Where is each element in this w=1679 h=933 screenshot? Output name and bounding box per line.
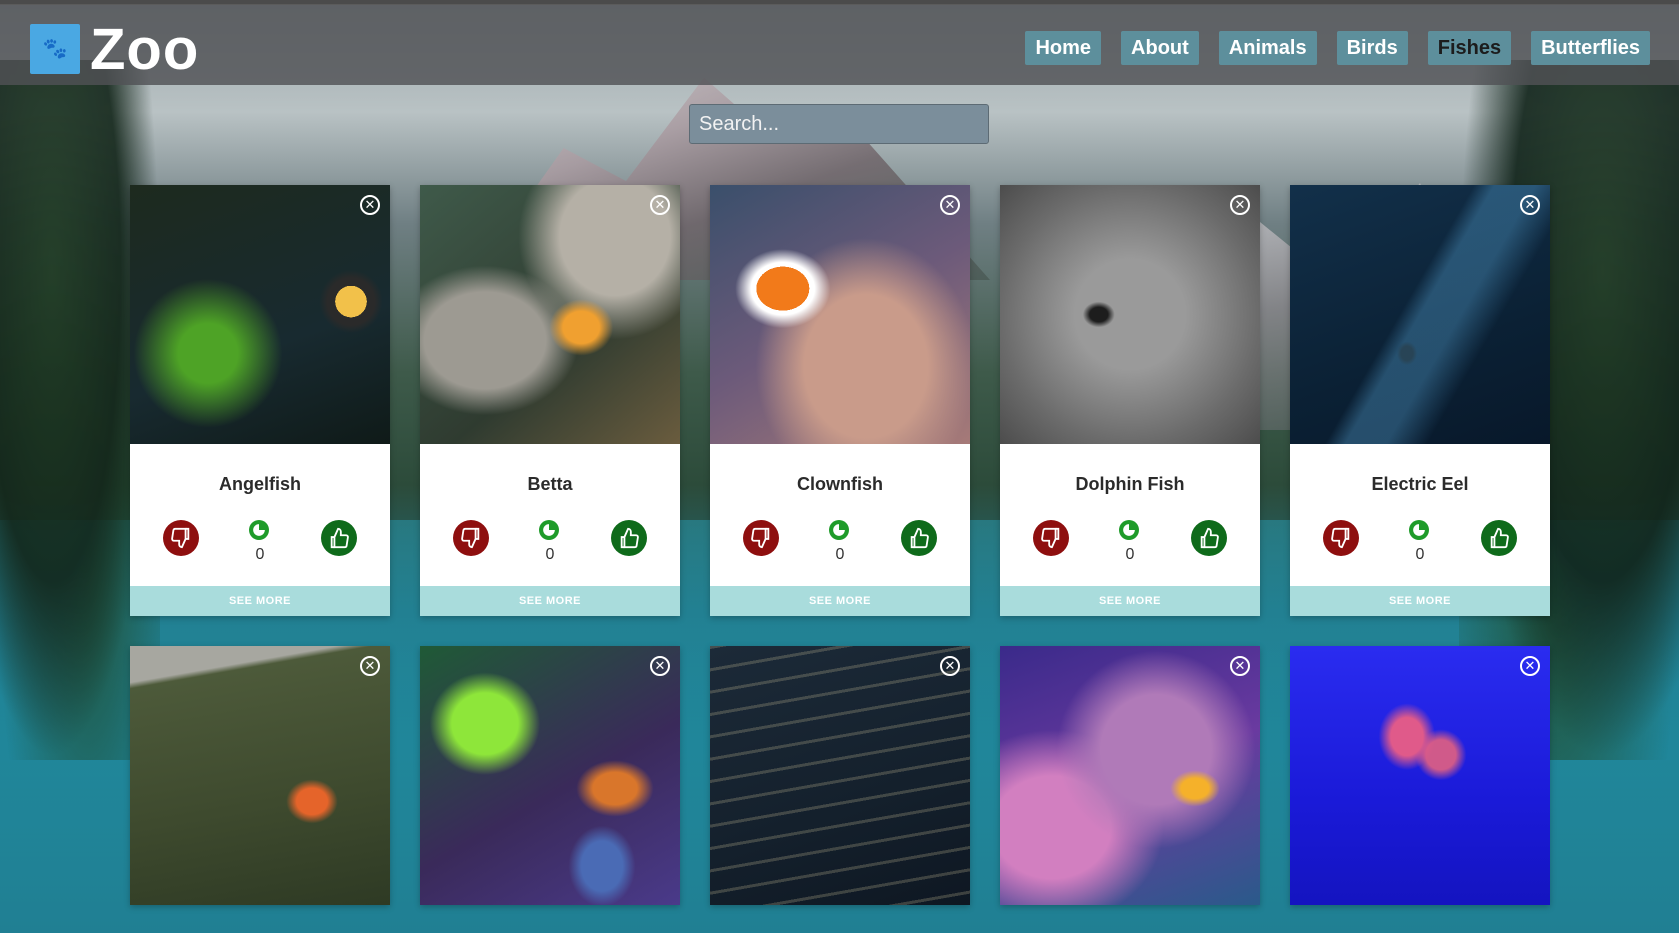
fish-name: Electric Eel bbox=[1371, 474, 1469, 494]
like-button[interactable] bbox=[321, 520, 357, 556]
see-more-button[interactable]: SEE MORE bbox=[420, 586, 680, 616]
thumbs-up-icon bbox=[1490, 527, 1509, 549]
fish-name: Betta bbox=[527, 474, 573, 494]
fish-card: ✕ Electric Eel 0 SEE MORE bbox=[1290, 185, 1550, 616]
vote-controls: 0 bbox=[130, 496, 390, 586]
score-icon bbox=[1409, 520, 1429, 540]
like-button[interactable] bbox=[611, 520, 647, 556]
close-icon[interactable]: ✕ bbox=[1230, 656, 1250, 676]
close-icon[interactable]: ✕ bbox=[650, 195, 670, 215]
thumbs-up-icon bbox=[1200, 527, 1219, 549]
fish-card: ✕ bbox=[1290, 646, 1550, 905]
like-button[interactable] bbox=[1191, 520, 1227, 556]
like-button[interactable] bbox=[901, 520, 937, 556]
score-icon bbox=[249, 520, 269, 540]
logo[interactable]: 🐾 bbox=[30, 24, 80, 74]
vote-controls: 0 bbox=[420, 496, 680, 586]
brand-title: Zoo bbox=[90, 17, 200, 82]
fish-name: Angelfish bbox=[218, 474, 301, 494]
fish-image: ✕ bbox=[1290, 185, 1550, 444]
fish-card: ✕ bbox=[710, 646, 970, 905]
vote-controls: 0 bbox=[1000, 496, 1260, 586]
fish-card: ✕ Betta 0 SEE MORE bbox=[420, 185, 680, 616]
search-input[interactable] bbox=[689, 104, 989, 144]
fish-image: ✕ bbox=[420, 185, 680, 444]
close-icon[interactable]: ✕ bbox=[1230, 195, 1250, 215]
score-icon bbox=[1119, 520, 1139, 540]
score-icon bbox=[539, 520, 559, 540]
nav-animals[interactable]: Animals bbox=[1218, 31, 1317, 65]
score-icon bbox=[829, 520, 849, 540]
fish-image: ✕ bbox=[1290, 646, 1550, 905]
fish-image: ✕ bbox=[130, 185, 390, 444]
thumbs-up-icon bbox=[330, 527, 349, 549]
thumbs-up-icon bbox=[620, 527, 639, 549]
fish-image: ✕ bbox=[420, 646, 680, 905]
fish-image: ✕ bbox=[1000, 185, 1260, 444]
nav-about[interactable]: About bbox=[1121, 31, 1199, 65]
nav-butterflies[interactable]: Butterflies bbox=[1531, 31, 1650, 65]
fish-image: ✕ bbox=[130, 646, 390, 905]
fish-card: ✕ bbox=[130, 646, 390, 905]
fish-card: ✕ Dolphin Fish 0 SEE MORE bbox=[1000, 185, 1260, 616]
close-icon[interactable]: ✕ bbox=[940, 656, 960, 676]
fish-card: ✕ Angelfish 0 SEE MORE bbox=[130, 185, 390, 616]
close-icon[interactable]: ✕ bbox=[940, 195, 960, 215]
fish-image: ✕ bbox=[710, 185, 970, 444]
fish-card: ✕ bbox=[420, 646, 680, 905]
fish-card: ✕ Clownfish 0 SEE MORE bbox=[710, 185, 970, 616]
fish-image: ✕ bbox=[710, 646, 970, 905]
nav-fishes[interactable]: Fishes bbox=[1427, 31, 1512, 65]
fish-grid: ✕ Angelfish 0 SEE MORE ✕ Betta 0 SEE MOR… bbox=[130, 185, 1550, 905]
like-button[interactable] bbox=[1481, 520, 1517, 556]
paw-icon: 🐾 bbox=[42, 38, 68, 60]
close-icon[interactable]: ✕ bbox=[1520, 656, 1540, 676]
see-more-button[interactable]: SEE MORE bbox=[1290, 586, 1550, 616]
close-icon[interactable]: ✕ bbox=[360, 656, 380, 676]
fish-image: ✕ bbox=[1000, 646, 1260, 905]
close-icon[interactable]: ✕ bbox=[1520, 195, 1540, 215]
fish-name: Clownfish bbox=[797, 474, 883, 494]
see-more-button[interactable]: SEE MORE bbox=[130, 586, 390, 616]
main-nav: Home About Animals Birds Fishes Butterfl… bbox=[1025, 31, 1650, 65]
nav-home[interactable]: Home bbox=[1025, 31, 1102, 65]
close-icon[interactable]: ✕ bbox=[650, 656, 670, 676]
fish-name: Dolphin Fish bbox=[1075, 474, 1185, 494]
nav-birds[interactable]: Birds bbox=[1336, 31, 1408, 65]
thumbs-up-icon bbox=[910, 527, 929, 549]
navbar: 🐾 Zoo Home About Animals Birds Fishes Bu… bbox=[0, 4, 1679, 85]
vote-controls: 0 bbox=[1290, 496, 1550, 586]
fish-card: ✕ bbox=[1000, 646, 1260, 905]
see-more-button[interactable]: SEE MORE bbox=[710, 586, 970, 616]
close-icon[interactable]: ✕ bbox=[360, 195, 380, 215]
vote-controls: 0 bbox=[710, 496, 970, 586]
see-more-button[interactable]: SEE MORE bbox=[1000, 586, 1260, 616]
